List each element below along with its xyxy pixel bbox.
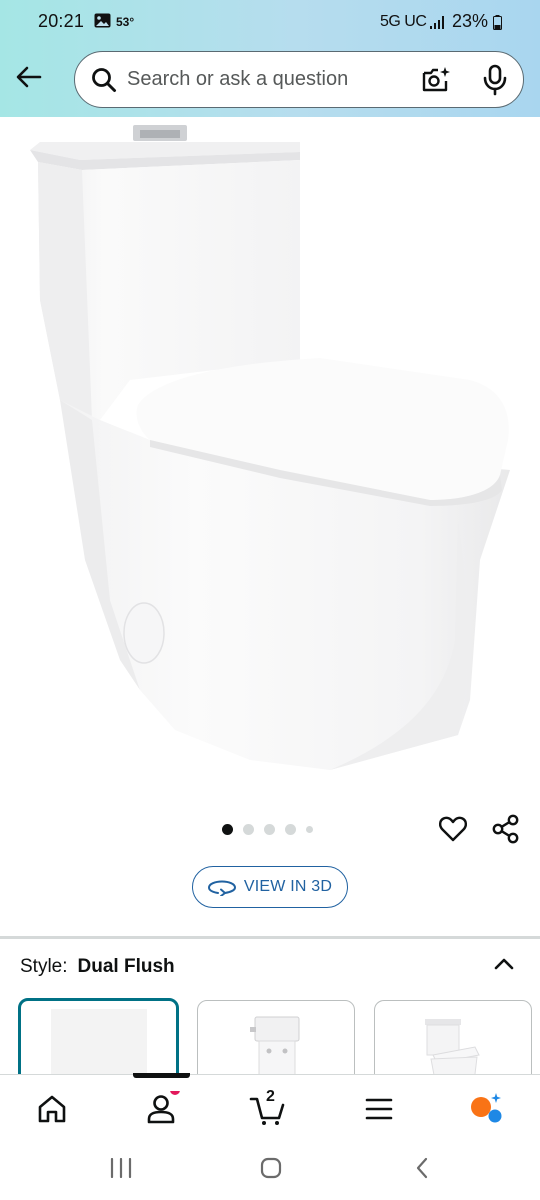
bottom-navigation-bar [0, 1074, 540, 1138]
arrow-left-icon[interactable] [14, 62, 44, 92]
style-selector-header: Style: Dual Flush [20, 956, 520, 982]
system-home-icon[interactable] [259, 1156, 283, 1180]
gallery-notification-icon [94, 13, 111, 28]
microphone-icon[interactable] [481, 64, 509, 96]
home-icon[interactable] [32, 1091, 72, 1127]
image-carousel-dots [222, 822, 313, 836]
carousel-dot[interactable] [222, 823, 233, 835]
top-header: 20:21 53° 5G UC 23% [0, 0, 540, 117]
system-back-icon[interactable] [413, 1156, 431, 1180]
rufus-ai-icon[interactable] [466, 1091, 506, 1127]
system-navigation-bar [0, 1138, 540, 1200]
carousel-dot[interactable] [264, 823, 275, 835]
rotate-3d-icon [207, 880, 236, 896]
toilet-product-illustration [30, 125, 510, 770]
view-in-3d-button[interactable]: VIEW IN 3D [192, 866, 348, 908]
section-divider [0, 936, 540, 939]
status-time: 20:21 [38, 11, 85, 31]
search-input[interactable] [127, 61, 407, 97]
carousel-dot[interactable] [285, 823, 296, 835]
status-temperature: 53° [116, 15, 135, 29]
chevron-up-icon[interactable] [492, 952, 516, 976]
recent-apps-icon[interactable] [109, 1158, 133, 1178]
style-label: Style: [20, 956, 68, 977]
status-battery-percent: 23% [452, 11, 489, 31]
status-bar: 20:21 53° 5G UC 23% [0, 0, 540, 44]
status-network: 5G UC [380, 13, 427, 30]
active-tab-indicator [133, 1073, 190, 1078]
hamburger-menu-icon[interactable] [359, 1091, 399, 1127]
camera-lens-icon[interactable] [421, 65, 451, 95]
carousel-dot[interactable] [243, 823, 254, 835]
heart-icon[interactable] [438, 814, 468, 844]
signal-strength-icon [430, 16, 444, 29]
search-bar[interactable] [74, 51, 524, 108]
search-icon [92, 68, 116, 92]
share-icon[interactable] [492, 814, 520, 844]
style-selected-value: Dual Flush [77, 956, 175, 977]
product-image[interactable] [0, 117, 540, 797]
carousel-dot[interactable] [306, 825, 313, 833]
battery-icon [493, 15, 502, 30]
cart-count-badge: 2 [266, 1088, 275, 1105]
view-in-3d-label: VIEW IN 3D [243, 878, 333, 895]
person-icon[interactable] [141, 1091, 181, 1127]
